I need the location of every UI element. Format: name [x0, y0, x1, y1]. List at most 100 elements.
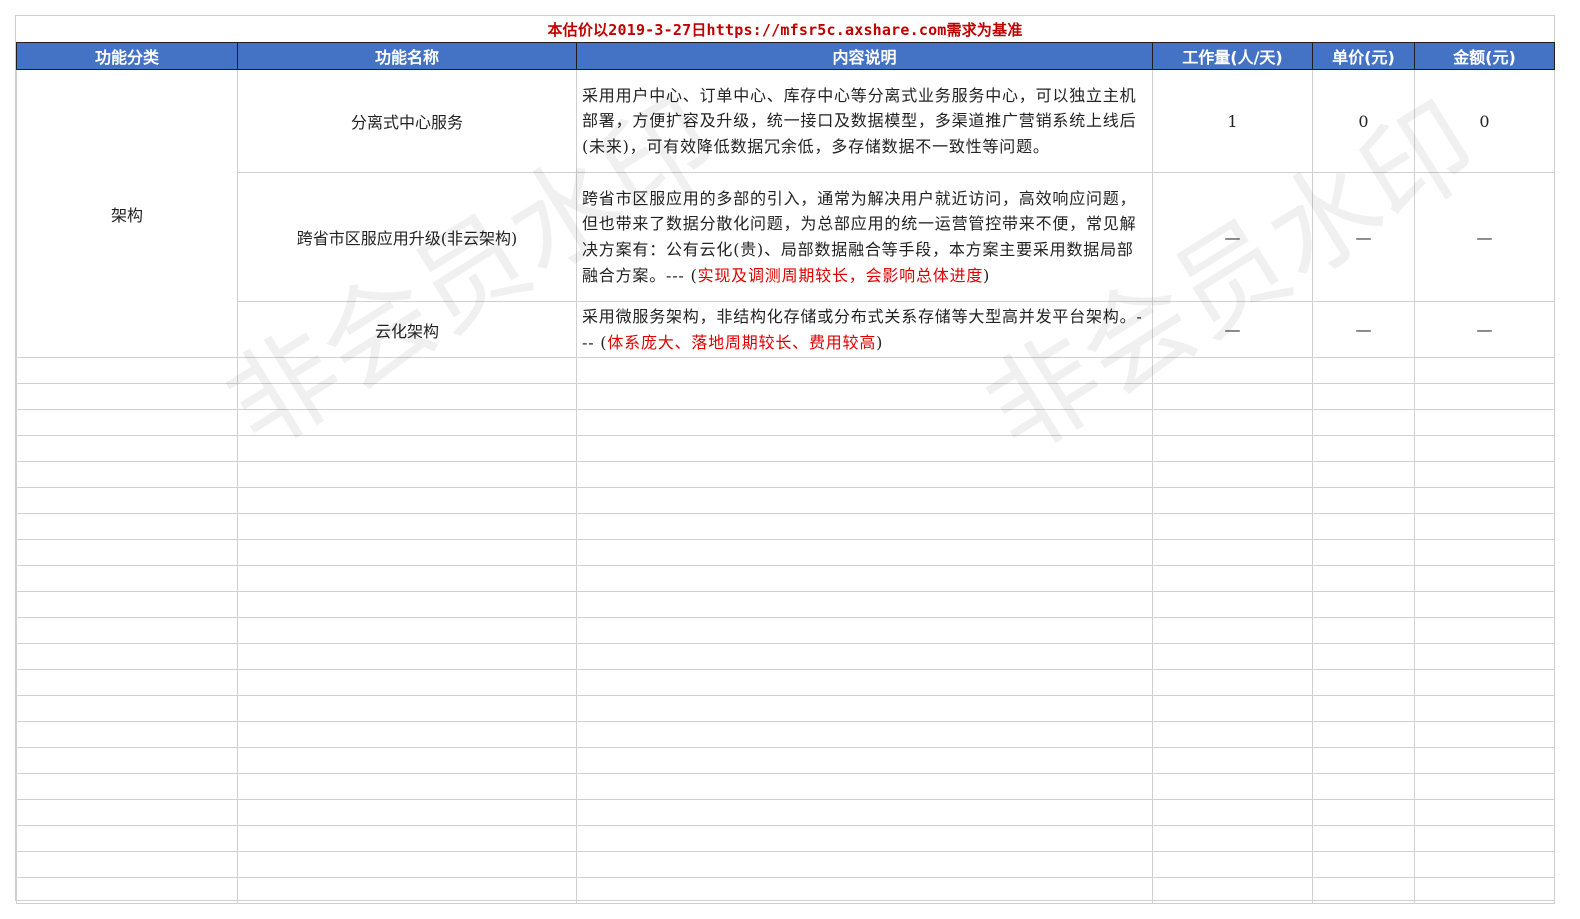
empty-cell	[237, 851, 577, 879]
empty-cell	[16, 825, 238, 853]
category-cell: 架构	[16, 69, 238, 359]
empty-cell	[1152, 695, 1313, 723]
empty-cell	[576, 643, 1153, 671]
empty-cell	[237, 721, 577, 749]
empty-cell	[1152, 799, 1313, 827]
empty-row	[16, 435, 1555, 463]
description-text: 采用用户中心、订单中心、库存中心等分离式业务服务中心，可以独立主机部署，方便扩容…	[582, 85, 1137, 156]
empty-row	[16, 643, 1555, 671]
empty-cell	[1414, 721, 1555, 749]
description-cell: 采用用户中心、订单中心、库存中心等分离式业务服务中心，可以独立主机部署，方便扩容…	[576, 69, 1153, 173]
empty-cell	[1414, 825, 1555, 853]
empty-cell	[1312, 565, 1415, 593]
empty-cell	[237, 617, 577, 645]
empty-cell	[16, 721, 238, 749]
empty-cell	[1312, 825, 1415, 853]
empty-cell	[237, 357, 577, 385]
empty-cell	[1414, 383, 1555, 411]
empty-row	[16, 877, 1555, 905]
empty-cell	[1152, 565, 1313, 593]
description-tail: )	[983, 265, 991, 285]
empty-cell	[576, 747, 1153, 775]
empty-cell	[1414, 591, 1555, 619]
empty-cell	[237, 643, 577, 671]
empty-row	[16, 539, 1555, 567]
header-desc: 内容说明	[576, 42, 1153, 70]
empty-cell	[237, 747, 577, 775]
empty-cell	[1312, 643, 1415, 671]
empty-cell	[576, 721, 1153, 749]
empty-cell	[237, 409, 577, 437]
empty-cell	[1414, 357, 1555, 385]
empty-cell	[576, 877, 1153, 905]
estimate-table: 功能分类 功能名称 内容说明 工作量(人/天) 单价(元) 金额(元) 架构 分…	[16, 42, 1555, 905]
estimate-banner: 本估价以2019-3-27日https://mfsr5c.axshare.com…	[547, 21, 1023, 39]
empty-cell	[1414, 435, 1555, 463]
empty-cell	[1312, 435, 1415, 463]
empty-cell	[576, 383, 1153, 411]
empty-cell	[576, 409, 1153, 437]
empty-row	[16, 591, 1555, 619]
header-amount: 金额(元)	[1414, 42, 1555, 70]
empty-cell	[576, 435, 1153, 463]
empty-row	[16, 513, 1555, 541]
empty-cell	[1414, 747, 1555, 775]
empty-cell	[16, 773, 238, 801]
amount-cell: —	[1414, 301, 1555, 359]
empty-cell	[1152, 513, 1313, 541]
empty-row	[16, 773, 1555, 801]
empty-row	[16, 461, 1555, 489]
empty-cell	[1312, 487, 1415, 515]
empty-row	[16, 409, 1555, 437]
empty-cell	[1312, 617, 1415, 645]
empty-cell	[576, 513, 1153, 541]
empty-cell	[1312, 695, 1415, 723]
table-row: 架构 分离式中心服务 采用用户中心、订单中心、库存中心等分离式业务服务中心，可以…	[16, 69, 1555, 359]
workload-cell: —	[1152, 301, 1313, 359]
header-price: 单价(元)	[1312, 42, 1415, 70]
empty-cell	[237, 773, 577, 801]
empty-cell	[1152, 721, 1313, 749]
empty-cell	[1312, 591, 1415, 619]
description-cell: 采用微服务架构，非结构化存储或分布式关系存储等大型高并发平台架构。--- (体系…	[576, 301, 1153, 359]
empty-cell	[16, 383, 238, 411]
empty-cell	[16, 591, 238, 619]
empty-cell	[576, 565, 1153, 593]
empty-cell	[1414, 461, 1555, 489]
empty-cell	[1152, 461, 1313, 489]
empty-cell	[16, 539, 238, 567]
empty-cell	[1152, 877, 1313, 905]
description-note: 实现及调测周期较长，会影响总体进度	[697, 265, 984, 285]
function-name: 分离式中心服务	[237, 69, 577, 173]
header-workload: 工作量(人/天)	[1152, 42, 1313, 70]
workload-cell: —	[1152, 172, 1313, 302]
empty-cell	[576, 617, 1153, 645]
amount-cell: 0	[1414, 69, 1555, 173]
empty-cell	[16, 513, 238, 541]
empty-row	[16, 851, 1555, 879]
empty-cell	[1414, 539, 1555, 567]
empty-cell	[1414, 617, 1555, 645]
empty-cell	[237, 383, 577, 411]
empty-cell	[16, 799, 238, 827]
workload-cell: 1	[1152, 69, 1313, 173]
empty-cell	[237, 513, 577, 541]
empty-cell	[576, 539, 1153, 567]
empty-cell	[1414, 877, 1555, 905]
empty-cell	[16, 851, 238, 879]
table-row: 云化架构 采用微服务架构，非结构化存储或分布式关系存储等大型高并发平台架构。--…	[17, 301, 1555, 359]
empty-row	[16, 799, 1555, 827]
empty-row	[16, 721, 1555, 749]
amount-cell: —	[1414, 172, 1555, 302]
empty-cell	[576, 851, 1153, 879]
empty-cell	[1312, 383, 1415, 411]
empty-cell	[1152, 487, 1313, 515]
empty-cell	[576, 669, 1153, 697]
empty-cell	[16, 877, 238, 905]
empty-row	[16, 487, 1555, 515]
empty-cell	[16, 357, 238, 385]
empty-cell	[1152, 669, 1313, 697]
empty-row	[16, 747, 1555, 775]
header-row: 功能分类 功能名称 内容说明 工作量(人/天) 单价(元) 金额(元)	[16, 42, 1555, 70]
empty-cell	[1152, 383, 1313, 411]
